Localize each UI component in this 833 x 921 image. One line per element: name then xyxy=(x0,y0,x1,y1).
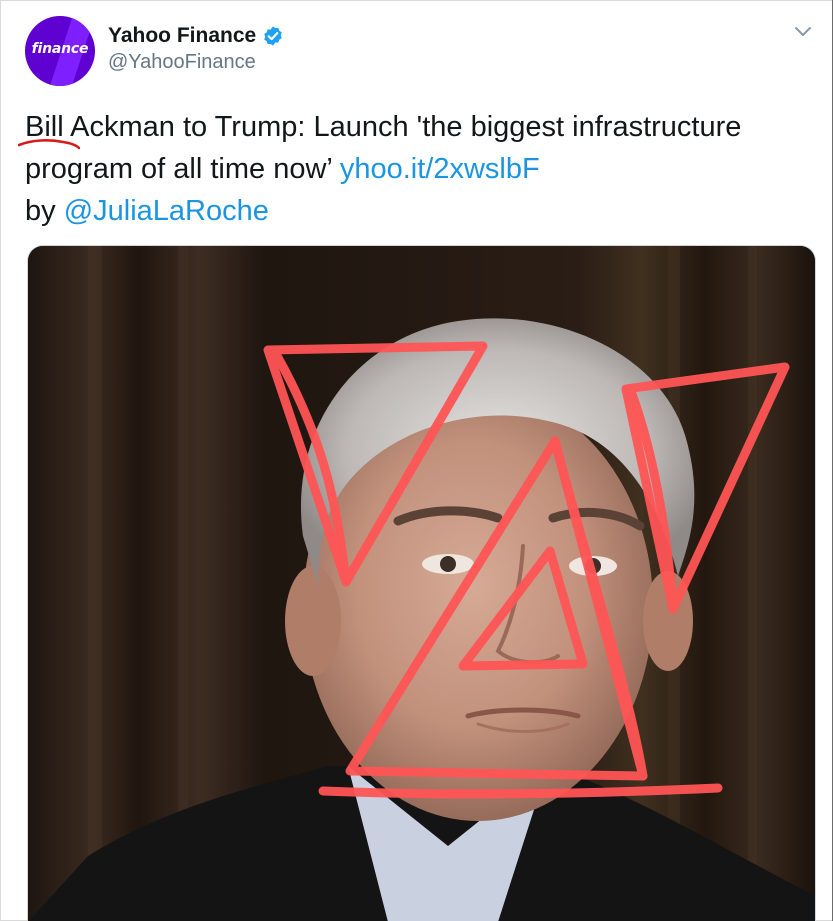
tweet-text-byline: by xyxy=(25,195,64,227)
tweet-link[interactable]: yhoo.it/2xwslbF xyxy=(340,153,540,185)
tweet-photo[interactable] xyxy=(27,245,816,921)
author-handle[interactable]: @YahooFinance xyxy=(108,51,256,74)
red-annotation-marks xyxy=(263,341,790,799)
verified-badge-icon xyxy=(264,26,282,46)
chevron-down-icon[interactable] xyxy=(793,24,813,40)
author-display-name[interactable]: Yahoo Finance xyxy=(108,24,256,48)
mention-link[interactable]: @JuliaLaRoche xyxy=(64,195,269,227)
tweet-text: Bill Ackman to Trump: Launch 'the bigges… xyxy=(25,106,820,232)
tweet-card[interactable]: finance Yahoo Finance @YahooFinance Bill… xyxy=(0,0,833,921)
avatar[interactable]: finance xyxy=(25,16,95,86)
author-name-row[interactable]: Yahoo Finance xyxy=(108,22,284,50)
avatar-logo-text: finance xyxy=(31,41,89,57)
hand-drawn-underline xyxy=(18,139,80,150)
